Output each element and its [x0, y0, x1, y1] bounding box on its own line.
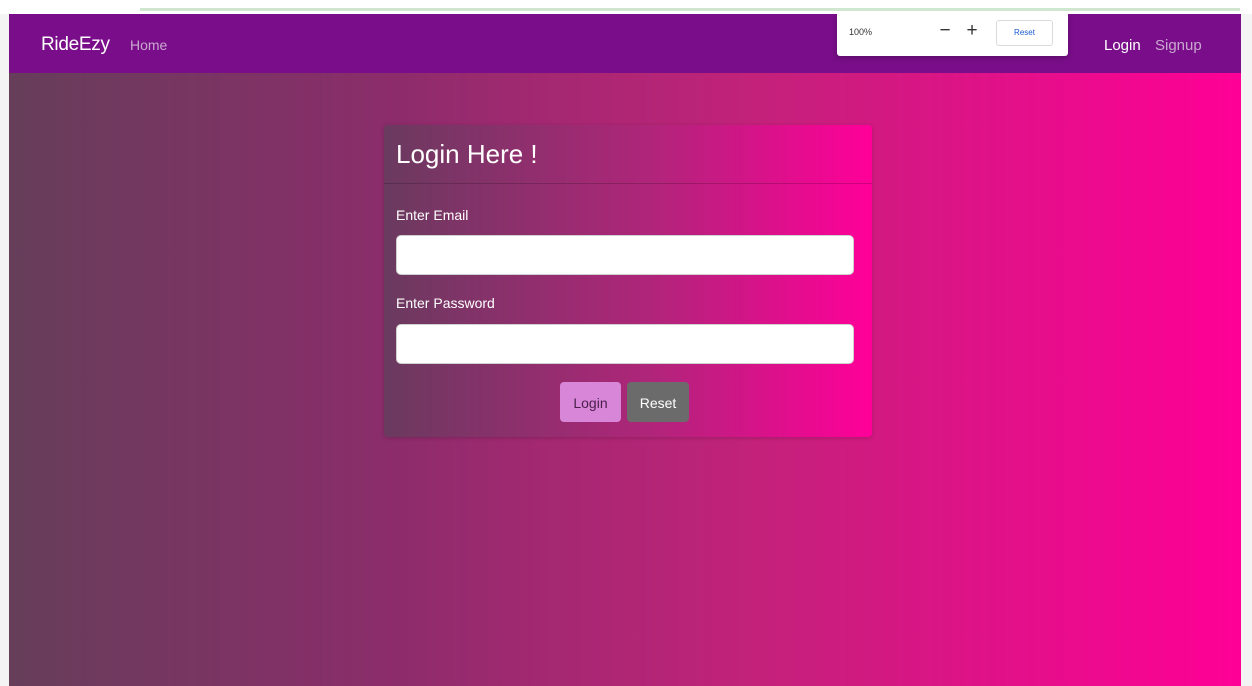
- password-field[interactable]: [396, 324, 854, 364]
- zoom-popup: 100% − + Reset: [837, 14, 1068, 56]
- reset-button[interactable]: Reset: [627, 382, 689, 422]
- zoom-in-button[interactable]: +: [961, 21, 983, 43]
- main-content: Login Here ! Enter Email Enter Password …: [9, 73, 1241, 686]
- email-label: Enter Email: [396, 207, 469, 223]
- zoom-level-text: 100%: [849, 27, 873, 37]
- navbar: RideEzy Home Login Signup 100% − + Reset: [9, 14, 1241, 73]
- app-window: RideEzy Home Login Signup 100% − + Reset…: [9, 14, 1241, 686]
- password-label: Enter Password: [396, 295, 495, 311]
- browser-top-strip: [0, 0, 1252, 14]
- brand-logo[interactable]: RideEzy: [41, 34, 110, 56]
- card-divider: [384, 183, 872, 184]
- browser-accent-line: [140, 8, 1240, 11]
- nav-link-signup[interactable]: Signup: [1155, 37, 1202, 54]
- nav-link-home[interactable]: Home: [130, 37, 167, 53]
- email-field[interactable]: [396, 235, 854, 275]
- nav-link-login[interactable]: Login: [1104, 37, 1141, 54]
- zoom-out-button[interactable]: −: [934, 21, 956, 43]
- zoom-reset-button[interactable]: Reset: [996, 20, 1053, 46]
- login-card-title: Login Here !: [396, 139, 538, 169]
- login-card: Login Here ! Enter Email Enter Password …: [384, 125, 872, 437]
- login-button[interactable]: Login: [560, 382, 621, 422]
